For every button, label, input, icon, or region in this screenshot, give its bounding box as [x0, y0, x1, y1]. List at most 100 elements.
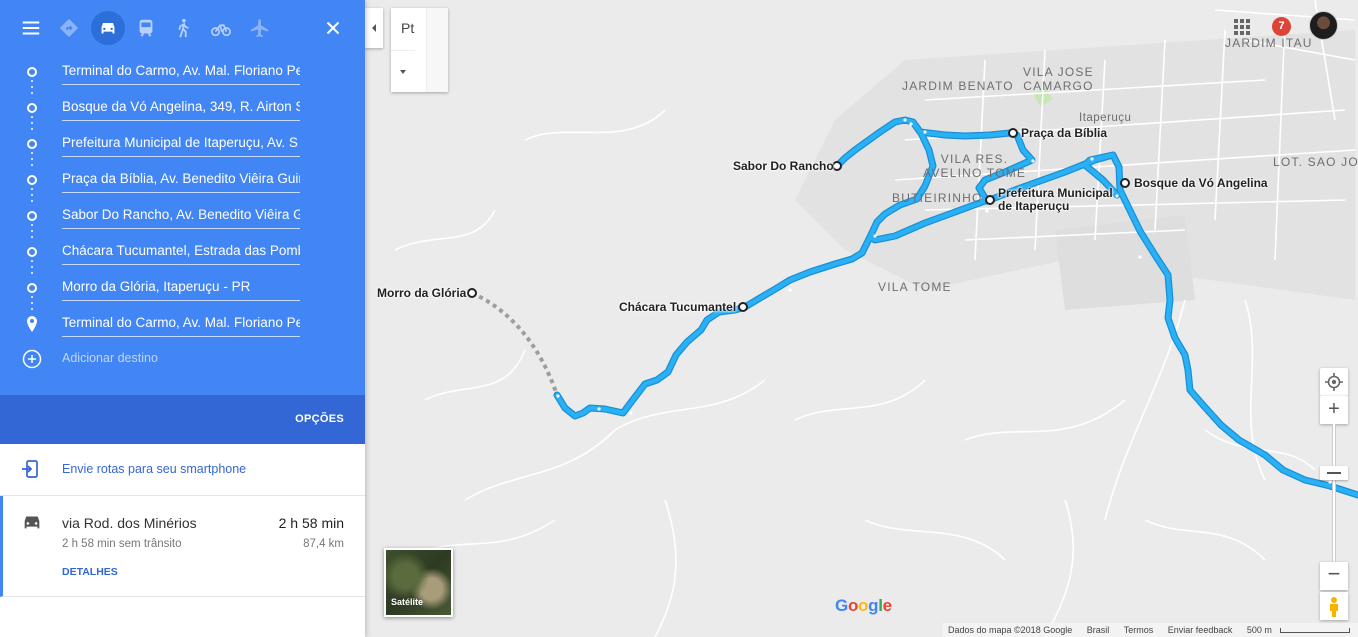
language-side-panel	[426, 8, 448, 92]
place-label-bosque[interactable]: Bosque da Vó Angelina	[1134, 177, 1268, 190]
my-location-button[interactable]	[1320, 368, 1348, 396]
close-icon	[326, 21, 340, 35]
area-label: VILA TOME	[878, 280, 952, 294]
waypoint-dot	[27, 103, 37, 113]
send-to-device-icon	[22, 460, 38, 478]
waypoint-4[interactable]: Praça da Bíblia, Av. Benedito Viêira Gui…	[0, 162, 365, 198]
waypoint-dot	[27, 283, 37, 293]
directions-diamond-icon	[59, 18, 79, 38]
marker-bosque	[1120, 178, 1130, 188]
scale-bar	[1280, 628, 1351, 634]
send-to-phone-row[interactable]: Envie rotas para seu smartphone	[0, 444, 365, 496]
menu-button[interactable]	[14, 11, 48, 45]
mode-flight-button[interactable]	[243, 11, 277, 45]
route-option[interactable]: via Rod. dos Minérios 2 h 58 min 2 h 58 …	[0, 496, 365, 597]
waypoint-3[interactable]: Prefeitura Municipal de Itaperuçu, Av. S	[0, 126, 365, 162]
route-duration: 2 h 58 min	[278, 515, 344, 531]
language-label[interactable]: Pt	[401, 20, 414, 36]
pegman-icon	[1330, 597, 1338, 617]
area-label: JARDIM ITAU	[1225, 36, 1313, 50]
waypoint-input[interactable]: Bosque da Vó Angelina, 349, R. Airton S	[62, 93, 300, 121]
route-via: via Rod. dos Minérios	[62, 515, 197, 531]
zoom-out-button[interactable]: −	[1320, 562, 1348, 590]
waypoint-1[interactable]: Terminal do Carmo, Av. Mal. Floriano Pe	[0, 54, 365, 90]
waypoint-dot	[27, 67, 37, 77]
area-label: LOT. SAO JOA	[1273, 155, 1358, 169]
options-bar: OPÇÕES	[0, 395, 365, 444]
waypoint-input[interactable]: Prefeitura Municipal de Itaperuçu, Av. S	[62, 129, 300, 157]
train-icon	[139, 19, 153, 37]
area-label: VILA RES. AVELINO TOME	[923, 152, 1027, 180]
area-label: BUTIEIRINHO	[892, 191, 983, 205]
directions-sidebar: Terminal do Carmo, Av. Mal. Floriano Pe …	[0, 0, 365, 637]
options-button[interactable]: OPÇÕES	[295, 413, 344, 425]
area-label: JARDIM BENATO	[902, 79, 1014, 93]
waypoint-input[interactable]: Morro da Glória, Itaperuçu - PR	[62, 273, 300, 301]
close-directions-button[interactable]	[316, 11, 350, 45]
satellite-toggle[interactable]: Satélite	[384, 548, 453, 617]
place-label-chacara[interactable]: Chácara Tucumantel	[619, 301, 736, 314]
waypoint-input[interactable]: Chácara Tucumantel, Estrada das Pomb	[62, 237, 300, 265]
map-base-layer	[394, 0, 1358, 637]
mode-best-button[interactable]	[52, 11, 86, 45]
zoom-slider-knob[interactable]	[1320, 466, 1348, 480]
mode-bike-button[interactable]	[204, 11, 238, 45]
waypoint-dot	[27, 139, 37, 149]
waypoint-dot	[27, 247, 37, 257]
waypoint-6[interactable]: Chácara Tucumantel, Estrada das Pomb	[0, 234, 365, 270]
waypoint-5[interactable]: Sabor Do Rancho, Av. Benedito Viêira G	[0, 198, 365, 234]
triangle-down-icon	[400, 69, 406, 74]
area-label: VILA JOSE CAMARGO	[1023, 65, 1094, 93]
destination-pin-icon	[27, 316, 37, 332]
send-to-phone-link[interactable]: Envie rotas para seu smartphone	[62, 462, 246, 476]
airplane-icon	[250, 19, 269, 38]
marker-morro	[467, 288, 477, 298]
travel-mode-bar	[0, 8, 365, 48]
scale-label[interactable]: 500 m	[1247, 625, 1272, 635]
crosshair-icon	[1325, 373, 1343, 391]
notifications-badge[interactable]: 7	[1272, 17, 1291, 36]
route-no-traffic: 2 h 58 min sem trânsito	[62, 538, 182, 550]
car-icon	[24, 516, 40, 529]
marker-prefeitura	[985, 195, 995, 205]
terms-link[interactable]: Termos	[1124, 625, 1154, 635]
mode-walk-button[interactable]	[166, 11, 200, 45]
zoom-in-button[interactable]: +	[1320, 396, 1348, 424]
language-dropdown[interactable]	[391, 50, 415, 92]
waypoint-dot	[27, 211, 37, 221]
waypoint-input[interactable]: Terminal do Carmo, Av. Mal. Floriano Pe	[62, 57, 300, 85]
add-destination-button[interactable]: Adicionar destino	[20, 347, 320, 371]
marker-praca	[1008, 128, 1018, 138]
place-label-sabor[interactable]: Sabor Do Rancho	[733, 160, 834, 173]
place-label-praca[interactable]: Praça da Bíblia	[1021, 127, 1107, 140]
mode-transit-button[interactable]	[129, 11, 163, 45]
car-icon	[101, 22, 115, 34]
add-circle-icon	[22, 349, 42, 369]
add-destination-label: Adicionar destino	[62, 351, 158, 365]
collapse-sidebar-button[interactable]	[365, 8, 383, 48]
avatar[interactable]	[1309, 11, 1338, 40]
details-link[interactable]: DETALHES	[62, 566, 118, 578]
map-canvas[interactable]: JARDIM ITAU JARDIM BENATO VILA JOSE CAMA…	[365, 0, 1358, 637]
directions-header: Terminal do Carmo, Av. Mal. Floriano Pe …	[0, 0, 365, 444]
waypoint-input[interactable]: Praça da Bíblia, Av. Benedito Viêira Gui…	[62, 165, 300, 193]
waypoint-input[interactable]: Sabor Do Rancho, Av. Benedito Viêira G	[62, 201, 300, 229]
feedback-link[interactable]: Enviar feedback	[1168, 625, 1233, 635]
waypoint-destination[interactable]: Terminal do Carmo, Av. Mal. Floriano Pe	[0, 306, 365, 342]
zoom-slider-track[interactable]	[1332, 424, 1336, 562]
street-view-pegman[interactable]	[1320, 592, 1348, 620]
waypoint-7[interactable]: Morro da Glória, Itaperuçu - PR	[0, 270, 365, 306]
waypoint-2[interactable]: Bosque da Vó Angelina, 349, R. Airton S	[0, 90, 365, 126]
place-label-prefeitura[interactable]: Prefeitura Municipal de Itaperuçu	[998, 187, 1113, 213]
country-link[interactable]: Brasil	[1087, 625, 1110, 635]
mode-car-button[interactable]	[91, 11, 125, 45]
map-footer: Dados do mapa ©2018 Google Brasil Termos…	[942, 623, 1358, 637]
walk-icon	[178, 18, 189, 38]
waypoint-dot	[27, 175, 37, 185]
place-label-morro[interactable]: Morro da Glória	[377, 287, 466, 300]
waypoint-input[interactable]: Terminal do Carmo, Av. Mal. Floriano Pe	[62, 309, 300, 337]
menu-icon	[22, 21, 40, 35]
area-label: Itaperuçu	[1079, 112, 1132, 124]
maps-app: Terminal do Carmo, Av. Mal. Floriano Pe …	[0, 0, 1358, 637]
apps-grid-icon[interactable]	[1234, 19, 1250, 35]
